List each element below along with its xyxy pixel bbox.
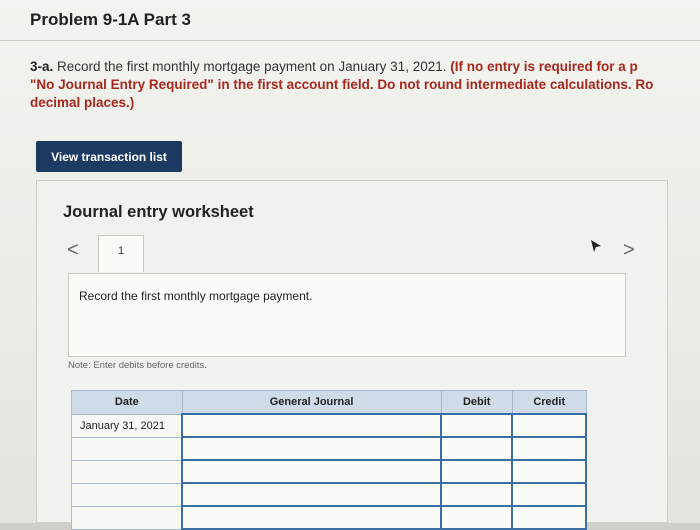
general-journal-header: General Journal bbox=[181, 390, 442, 415]
date-cell[interactable] bbox=[71, 459, 183, 484]
debit-input[interactable] bbox=[439, 459, 514, 484]
instructions: 3-a. Record the first monthly mortgage p… bbox=[30, 58, 700, 112]
credit-input[interactable] bbox=[511, 482, 587, 507]
instruction-text: Record the first monthly mortgage paymen… bbox=[53, 59, 451, 74]
date-cell[interactable] bbox=[71, 505, 183, 530]
page: Problem 9-1A Part 3 3-a. Record the firs… bbox=[0, 0, 700, 530]
credit-input[interactable] bbox=[511, 413, 587, 438]
instruction-line-3: decimal places.) bbox=[30, 95, 135, 110]
table-row bbox=[71, 459, 587, 484]
worksheet-title: Journal entry worksheet bbox=[63, 203, 254, 221]
credit-input[interactable] bbox=[511, 505, 587, 530]
account-input[interactable] bbox=[181, 482, 442, 507]
date-cell[interactable] bbox=[71, 482, 183, 507]
record-prompt: Record the first monthly mortgage paymen… bbox=[79, 289, 313, 303]
credit-header: Credit bbox=[511, 390, 587, 415]
debit-input[interactable] bbox=[439, 505, 514, 530]
debit-input[interactable] bbox=[439, 482, 514, 507]
journal-table: Date General Journal Debit Credit Januar… bbox=[71, 390, 587, 530]
title-divider bbox=[0, 40, 700, 41]
instruction-bold-1: (If no entry is required for a p bbox=[450, 59, 638, 74]
date-cell[interactable]: January 31, 2021 bbox=[71, 413, 183, 438]
date-header: Date bbox=[71, 390, 183, 415]
credit-input[interactable] bbox=[511, 436, 587, 461]
table-row bbox=[71, 436, 587, 461]
record-prompt-box: Record the first monthly mortgage paymen… bbox=[68, 273, 626, 357]
view-transaction-list-button[interactable]: View transaction list bbox=[36, 141, 182, 172]
table-row: January 31, 2021 bbox=[71, 413, 587, 438]
credit-input[interactable] bbox=[511, 459, 587, 484]
next-entry-chevron-icon[interactable]: > bbox=[623, 239, 635, 262]
debits-credits-note: Note: Enter debits before credits. bbox=[68, 360, 207, 371]
debit-header: Debit bbox=[440, 390, 513, 415]
debit-input[interactable] bbox=[439, 413, 514, 438]
journal-entry-worksheet: Journal entry worksheet < 1 > Record the… bbox=[36, 180, 668, 530]
page-title: Problem 9-1A Part 3 bbox=[30, 10, 191, 29]
entry-tab-1[interactable]: 1 bbox=[98, 235, 144, 272]
table-row bbox=[71, 482, 587, 507]
date-cell[interactable] bbox=[71, 436, 183, 461]
mouse-cursor-icon bbox=[591, 240, 601, 252]
previous-entry-chevron-icon[interactable]: < bbox=[67, 239, 79, 262]
table-row bbox=[71, 505, 587, 530]
account-input[interactable] bbox=[181, 436, 442, 461]
instruction-lead: 3-a. bbox=[30, 59, 54, 74]
account-input[interactable] bbox=[181, 413, 442, 438]
debit-input[interactable] bbox=[439, 436, 514, 461]
account-input[interactable] bbox=[181, 459, 442, 484]
instruction-line-2: "No Journal Entry Required" in the first… bbox=[30, 77, 654, 92]
account-input[interactable] bbox=[181, 505, 442, 530]
